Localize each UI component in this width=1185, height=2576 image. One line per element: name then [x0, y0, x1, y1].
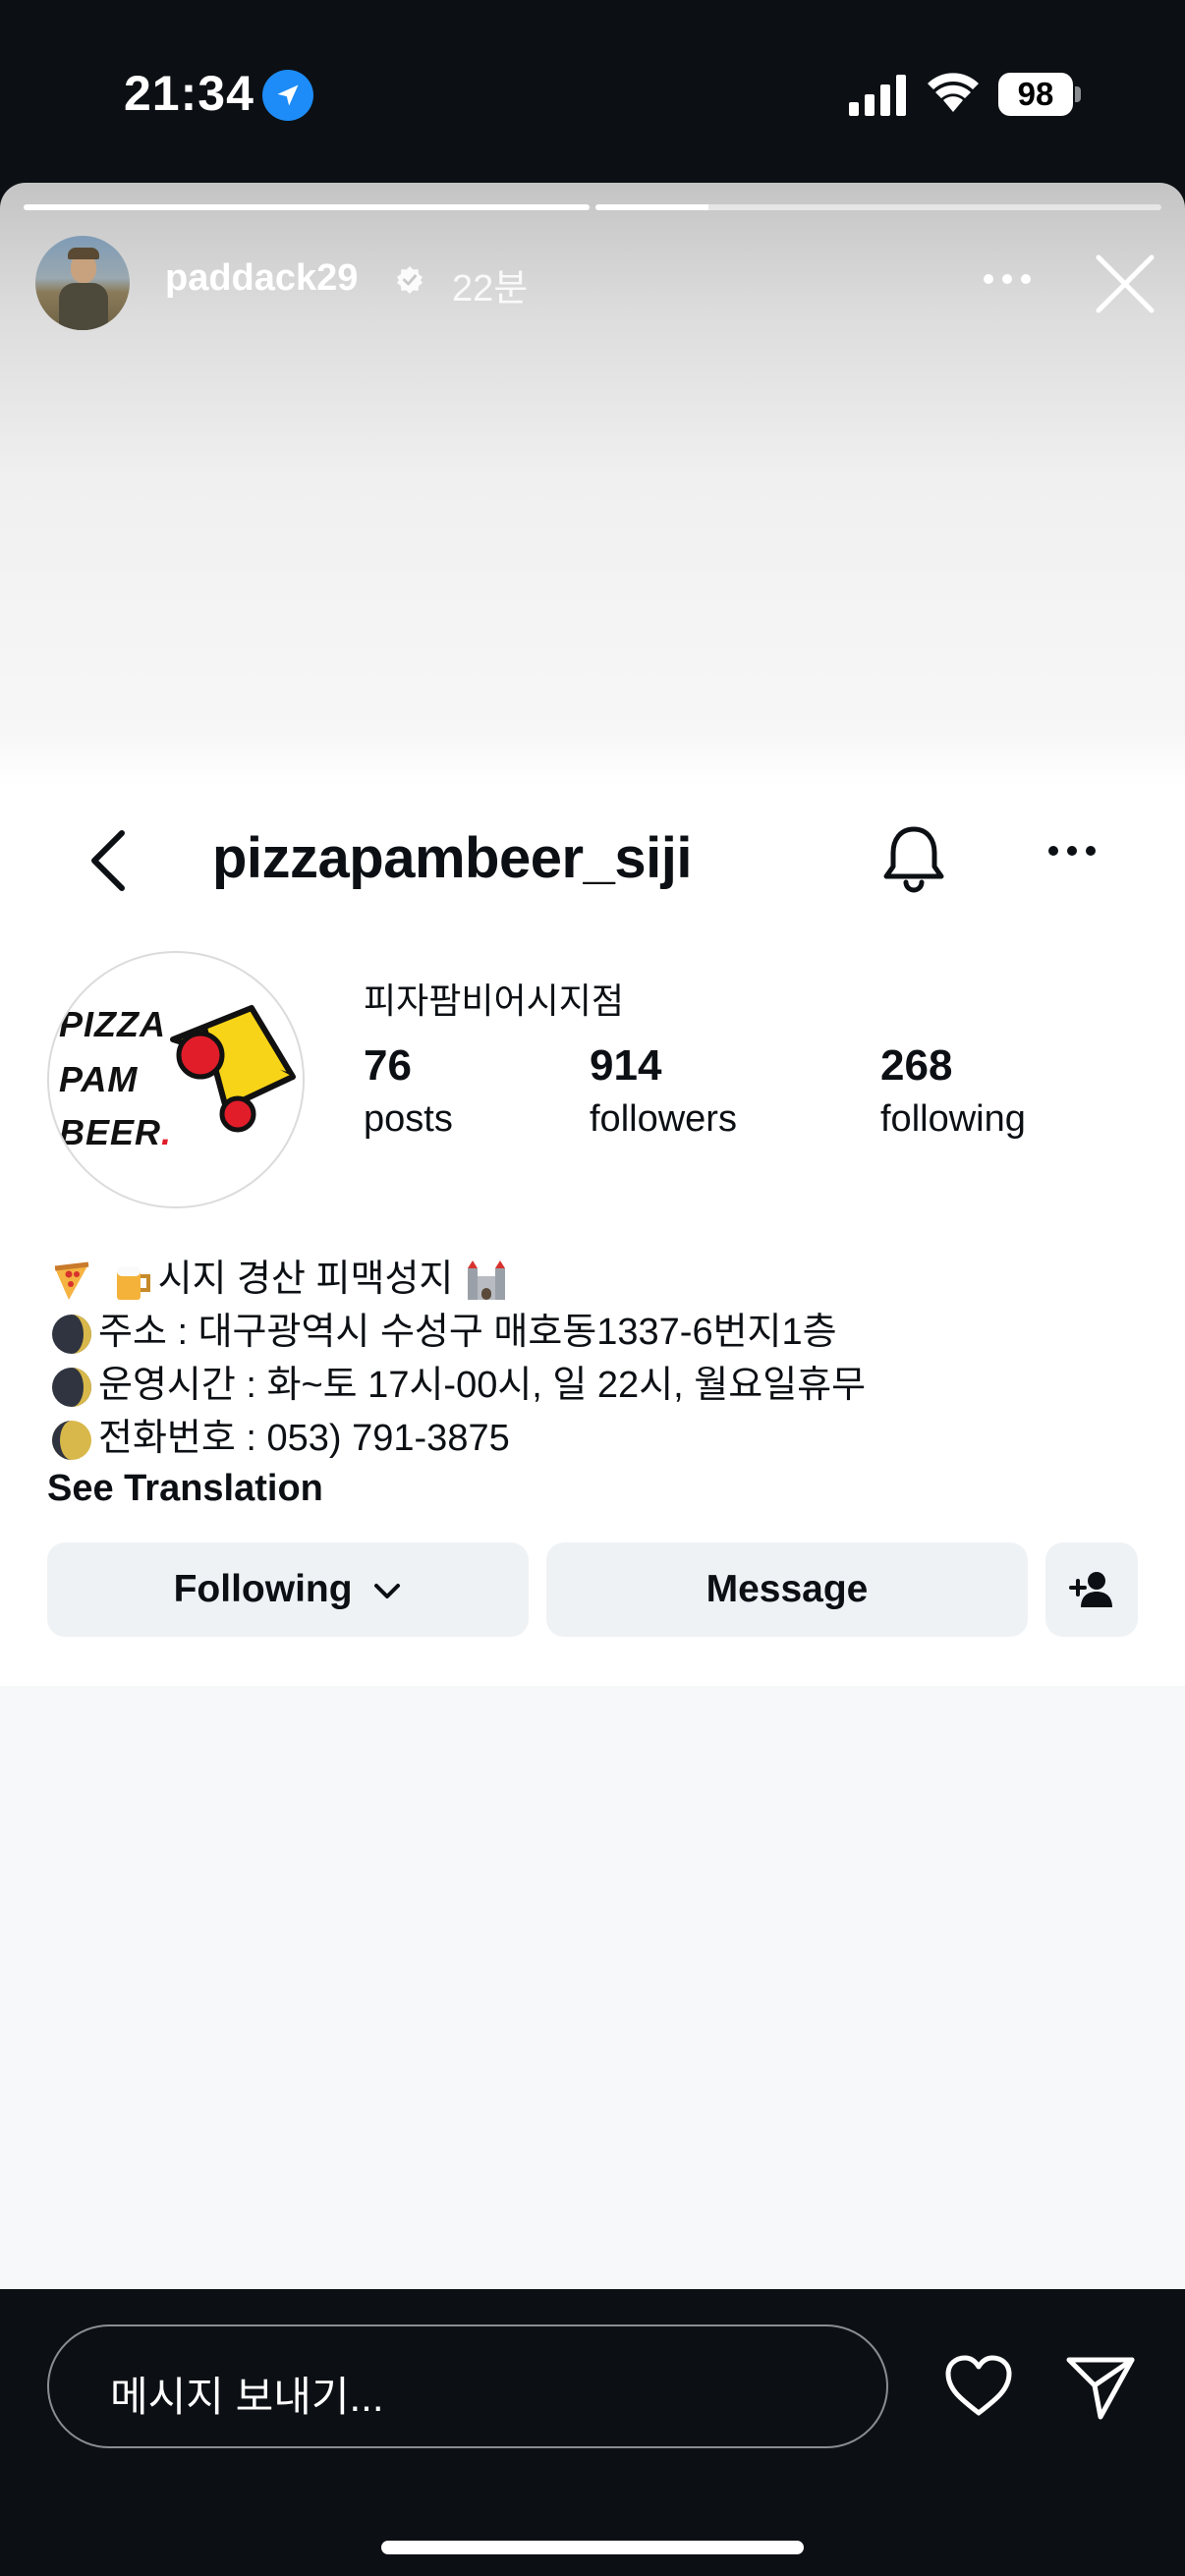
heart-icon[interactable] — [943, 2354, 1014, 2419]
posts-stat[interactable]: 76 posts — [364, 1041, 453, 1141]
home-indicator[interactable] — [381, 2541, 804, 2554]
message-button[interactable]: Message — [546, 1542, 1028, 1637]
bio-line: 주소 : 대구광역시 수성구 매호동1337-6번지1층 — [49, 1301, 837, 1357]
message-placeholder: 메시지 보내기... — [110, 2374, 384, 2420]
wifi-icon — [928, 73, 979, 112]
bio-line: 시지 경산 피맥성지 — [49, 1248, 513, 1304]
story-progress-segment — [595, 204, 1161, 210]
battery-tip — [1075, 86, 1081, 102]
close-icon[interactable] — [1093, 252, 1157, 316]
following-stat[interactable]: 268 following — [880, 1041, 1026, 1141]
add-person-icon — [1069, 1572, 1112, 1607]
message-button-label: Message — [705, 1568, 869, 1610]
story-progress-segment — [24, 204, 590, 210]
moon-emoji-icon — [52, 1367, 91, 1407]
moon-emoji-icon — [52, 1420, 91, 1460]
bio-text: 운영시간 : 화~토 17시-00시, 일 22시, 월요일휴무 — [98, 1365, 867, 1406]
status-bar: 21:34 98 — [0, 0, 1185, 183]
profile-more-icon[interactable] — [1047, 845, 1097, 857]
stat-label: followers — [590, 1098, 737, 1140]
profile-avatar-logo: PIZZA PAM BEER. — [47, 951, 305, 1208]
logo-text: BEER. — [59, 1112, 173, 1152]
notification-bell-icon[interactable] — [880, 823, 947, 894]
story-progress-fill — [24, 204, 590, 210]
status-time: 21:34 — [124, 66, 254, 121]
stat-value: 914 — [590, 1041, 662, 1090]
bio-text: 전화번호 : 053) 791-3875 — [98, 1418, 510, 1459]
stat-value: 76 — [364, 1041, 412, 1090]
story-user-avatar[interactable] — [35, 236, 130, 330]
logo-text: PIZZA — [59, 1004, 166, 1044]
cellular-signal-icon — [849, 75, 906, 116]
following-button-label: Following — [173, 1568, 353, 1610]
more-options-icon[interactable] — [983, 273, 1032, 285]
send-icon[interactable] — [1065, 2354, 1136, 2421]
profile-display-name: 피자팜비어시지점 — [364, 980, 624, 1021]
followers-stat[interactable]: 914 followers — [590, 1041, 737, 1141]
chevron-down-icon — [374, 1583, 401, 1598]
bio-line: 운영시간 : 화~토 17시-00시, 일 22시, 월요일휴무 — [49, 1354, 866, 1410]
profile-lower-blank-area — [0, 1686, 1185, 2289]
moon-emoji-icon — [52, 1314, 91, 1354]
battery-indicator: 98 — [998, 73, 1073, 116]
logo-text: BEER — [59, 1112, 162, 1152]
back-arrow-icon[interactable] — [86, 829, 130, 892]
pizza-emoji-icon — [54, 1261, 89, 1300]
stat-value: 268 — [880, 1041, 953, 1090]
profile-handle: pizzapambeer_siji — [212, 826, 692, 890]
castle-emoji-icon — [467, 1260, 505, 1300]
logo-text: PAM — [59, 1059, 139, 1099]
bio-text: 시지 경산 피맥성지 — [157, 1259, 454, 1300]
pizza-slice-icon — [170, 1005, 296, 1133]
following-button[interactable]: Following — [47, 1542, 529, 1637]
story-username[interactable]: paddack29 — [165, 257, 358, 300]
bio-line: 전화번호 : 053) 791-3875 — [49, 1407, 510, 1463]
bio-text: 주소 : 대구광역시 수성구 매호동1337-6번지1층 — [98, 1312, 837, 1353]
stat-label: following — [880, 1098, 1026, 1140]
location-arrow-icon — [262, 70, 313, 121]
verified-badge-icon — [397, 266, 423, 294]
stat-label: posts — [364, 1098, 453, 1140]
story-timestamp: 22분 — [452, 268, 529, 309]
send-message-input[interactable]: 메시지 보내기... — [47, 2324, 888, 2448]
suggest-people-button[interactable] — [1045, 1542, 1138, 1637]
see-translation-link[interactable]: See Translation — [47, 1468, 323, 1510]
story-progress-fill — [595, 204, 709, 210]
beer-emoji-icon — [116, 1265, 150, 1300]
